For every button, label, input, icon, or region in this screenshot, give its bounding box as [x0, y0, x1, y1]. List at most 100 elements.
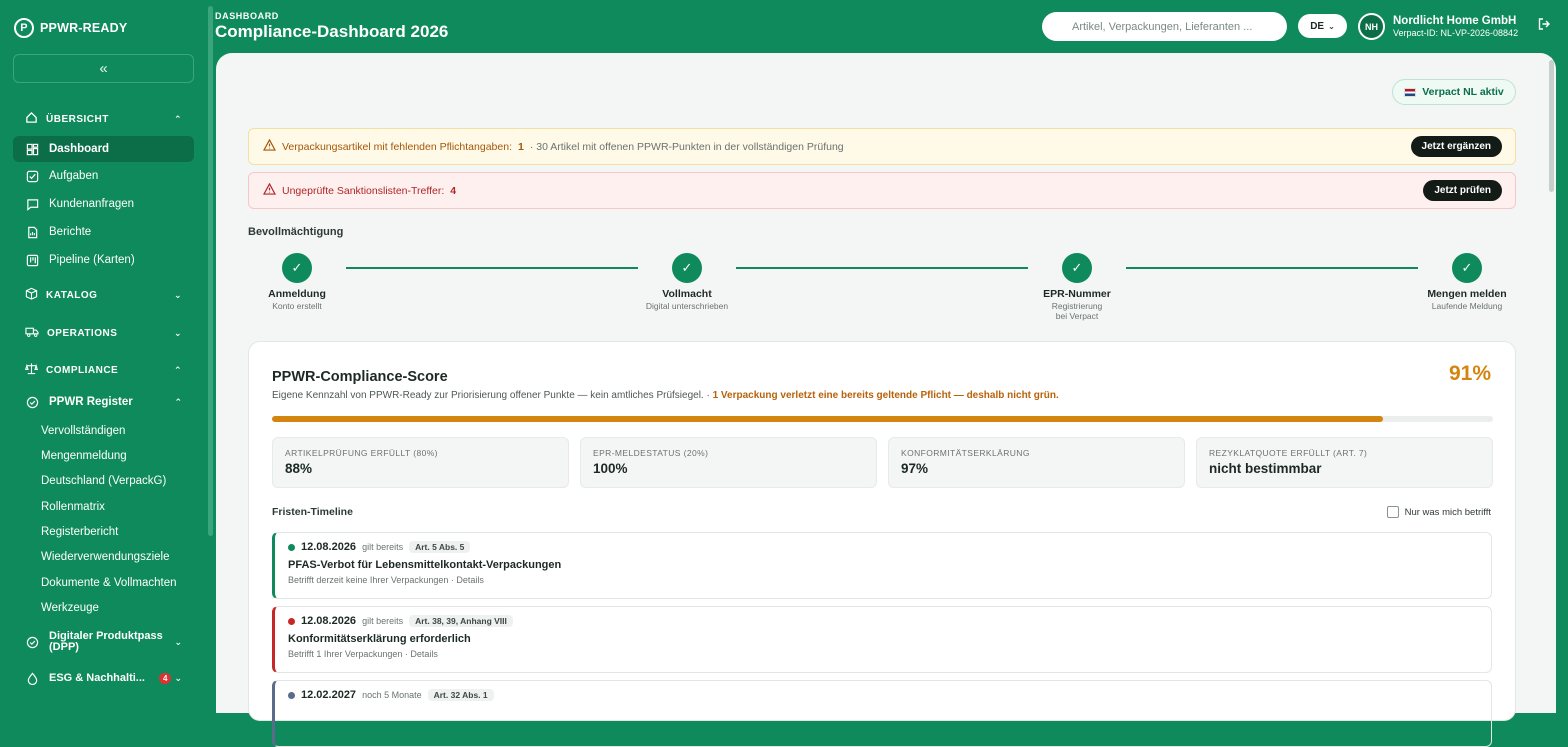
search-input[interactable]: Artikel, Verpackungen, Lieferanten ...	[1042, 12, 1287, 41]
step-mengen-melden: ✓ Mengen melden Laufende Meldung	[1412, 253, 1522, 311]
sidebar-item-pipeline[interactable]: Pipeline (Karten)	[13, 247, 194, 273]
sidebar-subitem-vervollstaendigen[interactable]: Vervollständigen	[41, 425, 125, 437]
kpi-value: 88%	[285, 461, 313, 476]
chevron-down-icon: ⌄	[174, 672, 182, 683]
sidebar-item-berichte[interactable]: Berichte	[13, 219, 194, 245]
alert-count: 4	[450, 184, 457, 197]
chevron-down-icon: ⌄	[174, 636, 182, 647]
deadline-title: Konformitätserklärung erforderlich	[288, 633, 471, 645]
step-sublabel: Laufende Meldung	[1431, 301, 1503, 311]
sidebar-item-label: Digitaler Produktpass (DPP)	[49, 631, 163, 653]
article-tag: Art. 38, 39, Anhang VIII	[409, 615, 513, 627]
sidebar-item-aufgaben[interactable]: Aufgaben	[13, 163, 194, 189]
verpact-status-badge[interactable]: Verpact NL aktiv	[1392, 79, 1516, 105]
sidebar-item-esg[interactable]: ESG & Nachhalti... 4 ⌄	[13, 665, 194, 691]
nl-flag-icon	[1404, 87, 1417, 97]
checkbox[interactable]	[1386, 506, 1399, 518]
dashboard-icon	[25, 142, 39, 156]
section-compliance[interactable]: COMPLIANCE ⌃	[13, 359, 194, 381]
alert-sanctions: Ungeprüfte Sanktionslisten-Treffer: 4 Je…	[248, 172, 1516, 209]
score-title: PPWR-Compliance-Score	[272, 369, 448, 385]
sidebar-subitem-wiederverwendungsziele[interactable]: Wiederverwendungsziele	[41, 551, 169, 563]
section-label: OPERATIONS	[47, 327, 118, 339]
deadline-status: gilt bereits	[362, 542, 404, 552]
language-select[interactable]: DE ⌄	[1298, 14, 1347, 38]
filter-checkbox[interactable]: Nur was mich betrifft	[1386, 506, 1491, 518]
sidebar-subitem-rollenmatrix[interactable]: Rollenmatrix	[41, 501, 105, 513]
app-name: PPWR-READY	[40, 21, 128, 35]
language-value: DE	[1310, 20, 1325, 32]
article-tag: Art. 32 Abs. 1	[427, 689, 494, 701]
home-icon	[25, 111, 38, 127]
step-label: Mengen melden	[1427, 288, 1507, 300]
step-connector	[346, 267, 638, 269]
score-percent: 91%	[1448, 362, 1491, 385]
sidebar-subitem-werkzeuge[interactable]: Werkzeuge	[41, 602, 99, 614]
breadcrumb: DASHBOARD	[215, 11, 279, 21]
check-icon: ✓	[1452, 253, 1482, 283]
kpi-value: 100%	[593, 461, 628, 476]
deadline-title: PFAS-Verbot für Lebensmittelkontakt-Verp…	[288, 559, 562, 571]
checkbox-icon	[25, 169, 39, 183]
sidebar-item-label: Pipeline (Karten)	[49, 254, 135, 266]
logout-icon[interactable]	[1537, 17, 1551, 34]
step-sublabel: Konto erstellt	[272, 301, 322, 311]
deadline-item[interactable]: 12.08.2026 gilt bereits Art. 38, 39, Anh…	[272, 606, 1492, 673]
step-label: Vollmacht	[662, 288, 712, 300]
kpi-label: KONFORMITÄTSERKLÄRUNG	[901, 448, 1030, 458]
section-label: ÜBERSICHT	[46, 113, 109, 125]
check-circle-icon	[25, 635, 39, 649]
kpi-value: 97%	[901, 461, 929, 476]
sidebar-item-dpp[interactable]: Digitaler Produktpass (DPP) ⌄	[13, 628, 194, 656]
section-uebersicht[interactable]: ÜBERSICHT ⌃	[13, 108, 194, 130]
sidebar-subitem-mengenmeldung[interactable]: Mengenmeldung	[41, 450, 127, 462]
step-sublabel: Registrierung bei Verpact	[1051, 301, 1103, 321]
sidebar-item-label: Dashboard	[49, 143, 110, 155]
sidebar-subitem-deutschland[interactable]: Deutschland (VerpackG)	[41, 475, 166, 487]
sidebar-subitem-registerbericht[interactable]: Registerbericht	[41, 526, 118, 538]
kpi-konformitaetserklaerung: KONFORMITÄTSERKLÄRUNG 97%	[888, 437, 1185, 488]
kpi-rezyklatquote: REZYKLATQUOTE ERFÜLLT (ART. 7) nicht bes…	[1196, 437, 1493, 488]
deadline-item[interactable]: 12.08.2026 gilt bereits Art. 5 Abs. 5 PF…	[272, 532, 1492, 599]
chevron-up-icon: ⌃	[174, 396, 182, 407]
sidebar-item-label: ESG & Nachhalti...	[49, 672, 145, 684]
kanban-icon	[25, 253, 39, 267]
check-icon: ✓	[1062, 253, 1092, 283]
section-title-bevollmaechtigung: Bevollmächtigung	[248, 226, 344, 238]
step-connector	[1126, 267, 1418, 269]
kpi-label: EPR-MELDESTATUS (20%)	[593, 448, 709, 458]
step-connector	[736, 267, 1028, 269]
box-icon	[25, 287, 38, 303]
deadline-date: 12.08.2026	[301, 615, 357, 627]
jetzt-ergaenzen-button[interactable]: Jetzt ergänzen	[1410, 136, 1502, 157]
avatar[interactable]: NH	[1358, 13, 1385, 40]
sidebar-item-label: PPWR Register	[49, 396, 133, 408]
step-sublabel: Digital unterschrieben	[645, 301, 729, 311]
main-scrollbar[interactable]	[1549, 60, 1554, 192]
sidebar-subitem-dokumente[interactable]: Dokumente & Vollmachten	[41, 577, 177, 589]
chevron-up-icon: ⌃	[173, 113, 182, 124]
sidebar-scrollbar[interactable]	[208, 6, 213, 536]
org-info[interactable]: Nordlicht Home GmbH Verpact-ID: NL-VP-20…	[1393, 15, 1518, 39]
message-icon	[25, 197, 39, 211]
section-operations[interactable]: OPERATIONS ⌄	[13, 322, 194, 344]
deadline-subtitle: Betrifft 1 Ihrer Verpackungen · Details	[288, 649, 438, 659]
check-icon: ✓	[672, 253, 702, 283]
deadline-status: gilt bereits	[362, 616, 404, 626]
collapse-sidebar-button[interactable]: «	[13, 54, 194, 83]
report-icon	[25, 225, 39, 239]
org-id: Verpact-ID: NL-VP-2026-08842	[1393, 28, 1519, 38]
alert-text: Ungeprüfte Sanktionslisten-Treffer:	[282, 184, 445, 197]
sidebar-item-dashboard[interactable]: Dashboard	[13, 136, 194, 162]
sidebar-item-ppwr-register[interactable]: PPWR Register ⌃	[13, 389, 194, 415]
kpi-artikelpruefung: ARTIKELPRÜFUNG ERFÜLLT (80%) 88%	[272, 437, 569, 488]
logo-icon: P	[14, 18, 34, 38]
status-dot	[288, 543, 295, 551]
check-circle-icon	[25, 395, 39, 409]
deadline-item[interactable]: 12.02.2027 noch 5 Monate Art. 32 Abs. 1	[272, 680, 1492, 747]
jetzt-pruefen-button[interactable]: Jetzt prüfen	[1423, 180, 1502, 201]
app-logo[interactable]: P PPWR-READY	[14, 18, 127, 38]
sidebar-item-kundenanfragen[interactable]: Kundenanfragen	[13, 191, 194, 217]
chevron-down-icon: ⌄	[173, 327, 182, 338]
section-katalog[interactable]: KATALOG ⌄	[13, 284, 194, 306]
